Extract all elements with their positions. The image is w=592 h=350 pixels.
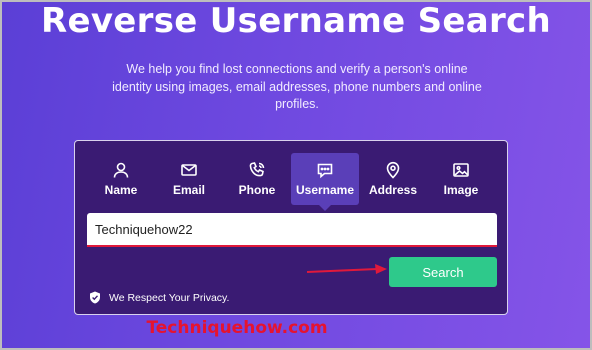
chat-bubble-icon xyxy=(317,163,333,179)
phone-icon xyxy=(249,162,265,177)
search-card: Name Email Phone Username Address Image … xyxy=(74,140,508,315)
tab-label: Email xyxy=(172,183,205,197)
tab-image[interactable]: Image xyxy=(427,153,495,205)
tab-label: Username xyxy=(295,183,355,197)
page-title: Reverse Username Search xyxy=(40,1,552,41)
search-type-tabs: Name Email Phone Username Address Image xyxy=(87,153,495,211)
tab-label: Phone xyxy=(238,183,276,197)
privacy-note: We Respect Your Privacy. xyxy=(89,291,229,304)
page-subtitle: We help you find lost connections and ve… xyxy=(112,62,482,111)
search-button[interactable]: Search xyxy=(389,257,497,287)
watermark: Techniquehow.com xyxy=(146,318,328,338)
tab-phone[interactable]: Phone xyxy=(223,153,291,205)
person-icon xyxy=(113,162,129,178)
shield-check-icon xyxy=(90,291,100,304)
page-frame: Reverse Username Search We help you find… xyxy=(0,0,592,350)
tab-username[interactable]: Username xyxy=(291,153,359,211)
tab-name[interactable]: Name xyxy=(87,153,155,205)
tab-email[interactable]: Email xyxy=(155,153,223,205)
tab-label: Name xyxy=(104,183,138,197)
annotation-arrow-icon xyxy=(306,264,387,274)
tab-label: Image xyxy=(443,183,479,197)
image-icon xyxy=(453,163,469,177)
username-search-input[interactable] xyxy=(87,213,497,247)
map-pin-icon xyxy=(386,161,400,179)
tab-label: Address xyxy=(368,183,418,197)
tab-address[interactable]: Address xyxy=(359,153,427,205)
envelope-icon xyxy=(181,164,197,176)
privacy-text: We Respect Your Privacy. xyxy=(109,291,230,304)
